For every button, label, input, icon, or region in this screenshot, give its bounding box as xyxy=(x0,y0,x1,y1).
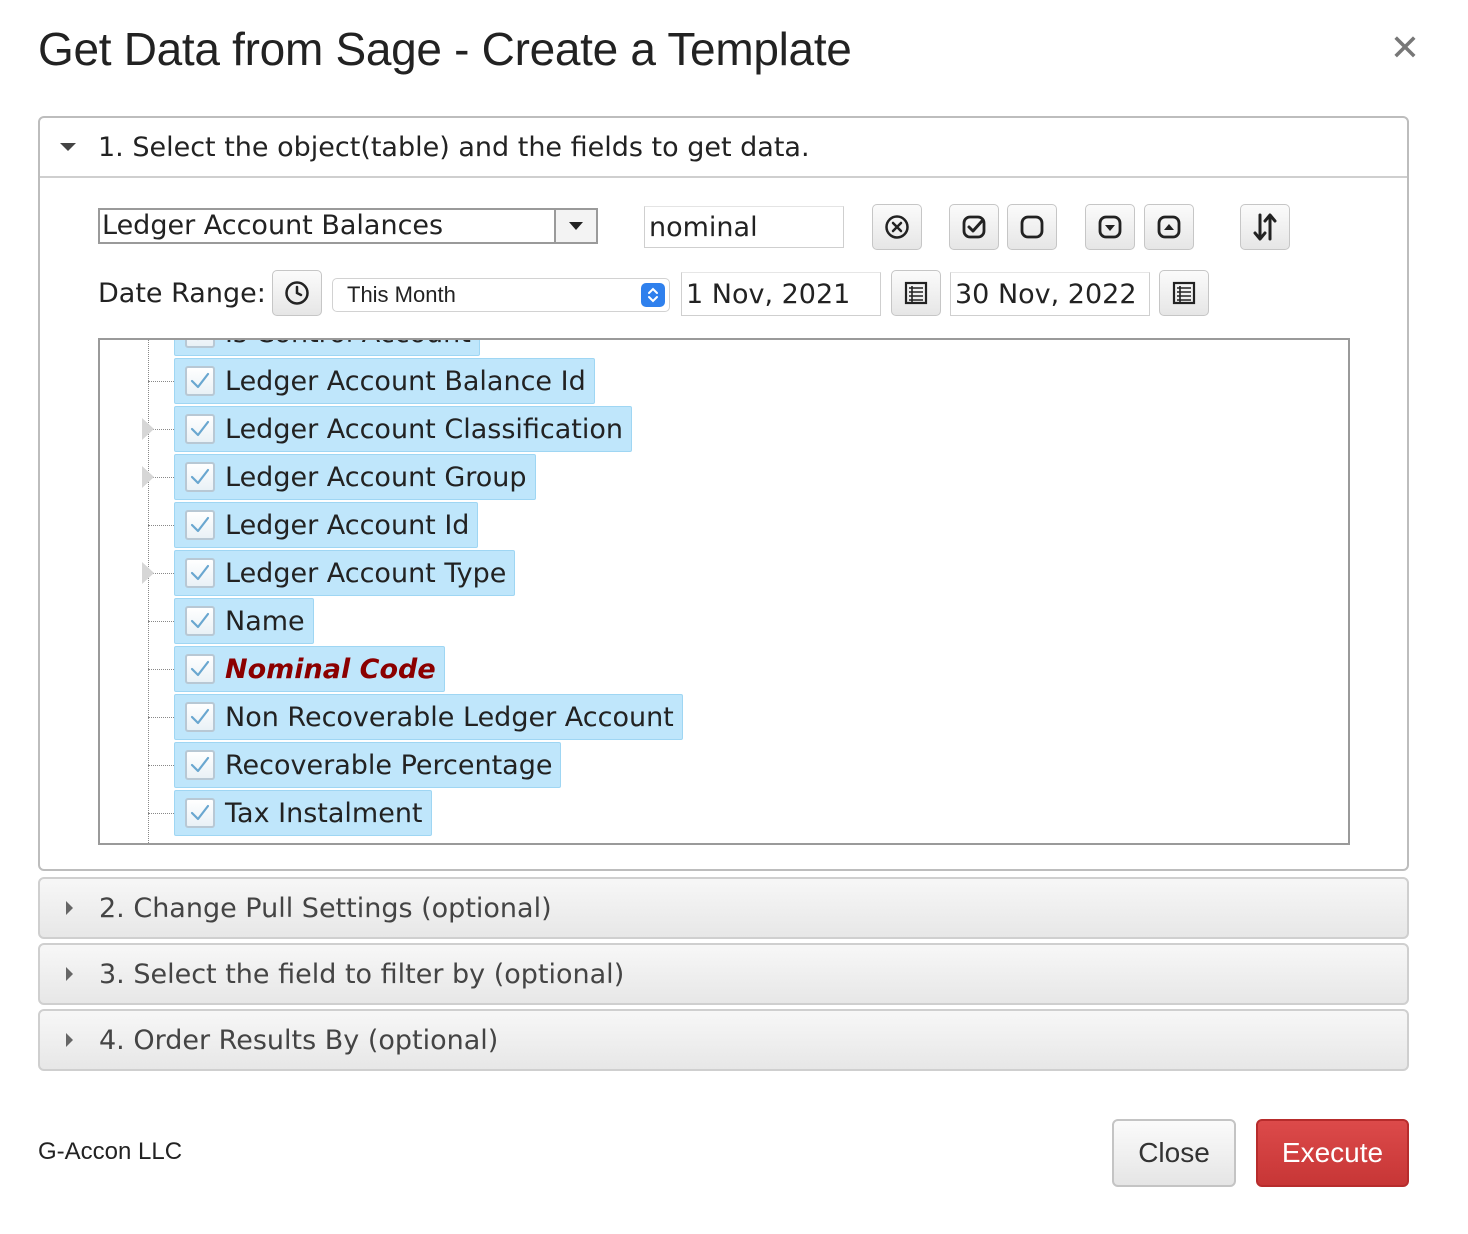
tree-node-label: Nominal Code xyxy=(225,653,436,685)
tree-node-label: Non Recoverable Ledger Account xyxy=(225,701,674,733)
chevron-down-icon xyxy=(569,222,583,230)
tree-node[interactable]: Name xyxy=(174,598,314,644)
tree-node[interactable]: Recoverable Percentage xyxy=(174,742,562,788)
uncheck-all-icon xyxy=(1020,215,1044,239)
caret-right-icon xyxy=(66,1033,73,1047)
tree-node[interactable]: Non Recoverable Ledger Account xyxy=(174,694,683,740)
date-range-preset-value: This Month xyxy=(347,282,456,307)
calendar-icon xyxy=(904,281,928,305)
check-all-button[interactable] xyxy=(949,204,999,250)
tree-connector xyxy=(148,717,174,718)
tree-connector xyxy=(148,813,174,814)
expand-node-icon[interactable] xyxy=(142,562,154,584)
checkbox-checked-icon[interactable] xyxy=(185,558,215,588)
tree-node-label: Recoverable Percentage xyxy=(225,749,553,781)
tree-node-label: Ledger Account Group xyxy=(225,461,527,493)
calendar-icon xyxy=(1172,281,1196,305)
caret-right-icon xyxy=(66,967,73,981)
tree-guide-line xyxy=(148,340,149,843)
section-2-label: 2. Change Pull Settings (optional) xyxy=(99,892,552,924)
start-date-calendar-button[interactable] xyxy=(891,270,941,316)
checkbox-checked-icon[interactable] xyxy=(185,340,215,348)
end-date-input[interactable] xyxy=(950,272,1150,316)
date-range-preset-select[interactable]: This Month xyxy=(332,278,670,312)
tree-node[interactable]: Ledger Account Group xyxy=(174,454,536,500)
start-date-input[interactable] xyxy=(681,272,881,316)
select-stepper-icon xyxy=(641,283,665,307)
field-tree[interactable]: Is Control Account Ledger Account Balance… xyxy=(98,338,1350,845)
tree-node-label: Is Control Account xyxy=(225,340,471,349)
checkbox-checked-icon[interactable] xyxy=(185,510,215,540)
end-date-calendar-button[interactable] xyxy=(1159,270,1209,316)
section-4-label: 4. Order Results By (optional) xyxy=(99,1024,499,1056)
checkbox-checked-icon[interactable] xyxy=(185,654,215,684)
sort-button[interactable] xyxy=(1240,204,1290,250)
expand-node-icon[interactable] xyxy=(142,418,154,440)
collapse-all-icon xyxy=(1157,215,1181,239)
tree-node[interactable]: Ledger Account Type xyxy=(174,550,516,596)
checkbox-checked-icon[interactable] xyxy=(185,366,215,396)
tree-node[interactable]: Ledger Account Id xyxy=(174,502,479,548)
object-select-value: Ledger Account Balances xyxy=(102,210,444,241)
tree-connector xyxy=(148,621,174,622)
tree-node-label: Tax Instalment xyxy=(225,797,423,829)
tree-node-label: Name xyxy=(225,605,305,637)
object-select-arrow[interactable] xyxy=(554,210,596,242)
checkbox-checked-icon[interactable] xyxy=(185,414,215,444)
tree-node-label: Ledger Account Classification xyxy=(225,413,623,445)
field-search-input[interactable] xyxy=(644,206,844,248)
caret-down-icon xyxy=(60,143,76,151)
caret-right-icon xyxy=(66,901,73,915)
object-select[interactable]: Ledger Account Balances xyxy=(98,208,598,244)
uncheck-all-button[interactable] xyxy=(1007,204,1057,250)
checkbox-checked-icon[interactable] xyxy=(185,462,215,492)
tree-node[interactable]: Ledger Account Classification xyxy=(174,406,632,452)
close-button[interactable]: Close xyxy=(1112,1119,1236,1187)
section-1-label: 1. Select the object(table) and the fiel… xyxy=(98,131,810,163)
section-4-header[interactable]: 4. Order Results By (optional) xyxy=(38,1009,1409,1071)
dialog-title: Get Data from Sage - Create a Template xyxy=(38,23,852,75)
tree-node-label: Ledger Account Type xyxy=(225,557,507,589)
tree-connector xyxy=(148,525,174,526)
execute-button[interactable]: Execute xyxy=(1256,1119,1409,1187)
expand-all-button[interactable] xyxy=(1085,204,1135,250)
date-range-label: Date Range: xyxy=(98,278,266,309)
tree-node[interactable]: Ledger Account Balance Id xyxy=(174,358,595,404)
expand-node-icon[interactable] xyxy=(142,466,154,488)
checkbox-checked-icon[interactable] xyxy=(185,606,215,636)
section-1-header[interactable]: 1. Select the object(table) and the fiel… xyxy=(40,118,1407,178)
check-all-icon xyxy=(962,215,986,239)
tree-node[interactable]: Is Control Account xyxy=(174,340,480,356)
section-3-header[interactable]: 3. Select the field to filter by (option… xyxy=(38,943,1409,1005)
tree-node-label: Ledger Account Id xyxy=(225,509,470,541)
section-3-label: 3. Select the field to filter by (option… xyxy=(99,958,625,990)
checkbox-checked-icon[interactable] xyxy=(185,798,215,828)
tree-connector xyxy=(148,381,174,382)
clock-button[interactable] xyxy=(272,270,322,316)
sort-icon xyxy=(1253,213,1277,241)
tree-node[interactable]: Nominal Code xyxy=(174,646,445,692)
section-2-header[interactable]: 2. Change Pull Settings (optional) xyxy=(38,877,1409,939)
checkbox-checked-icon[interactable] xyxy=(185,702,215,732)
clear-search-button[interactable] xyxy=(872,204,922,250)
collapse-all-button[interactable] xyxy=(1144,204,1194,250)
tree-node-label: Ledger Account Balance Id xyxy=(225,365,586,397)
tree-connector xyxy=(148,765,174,766)
tree-node[interactable]: Tax Instalment xyxy=(174,790,432,836)
clock-icon xyxy=(285,281,309,305)
clear-search-icon xyxy=(885,215,909,239)
close-x-icon[interactable]: ✕ xyxy=(1386,30,1424,68)
checkbox-checked-icon[interactable] xyxy=(185,750,215,780)
expand-all-icon xyxy=(1098,215,1122,239)
section-1-panel: 1. Select the object(table) and the fiel… xyxy=(38,116,1409,871)
footer-brand: G-Accon LLC xyxy=(38,1138,183,1165)
tree-connector xyxy=(148,669,174,670)
